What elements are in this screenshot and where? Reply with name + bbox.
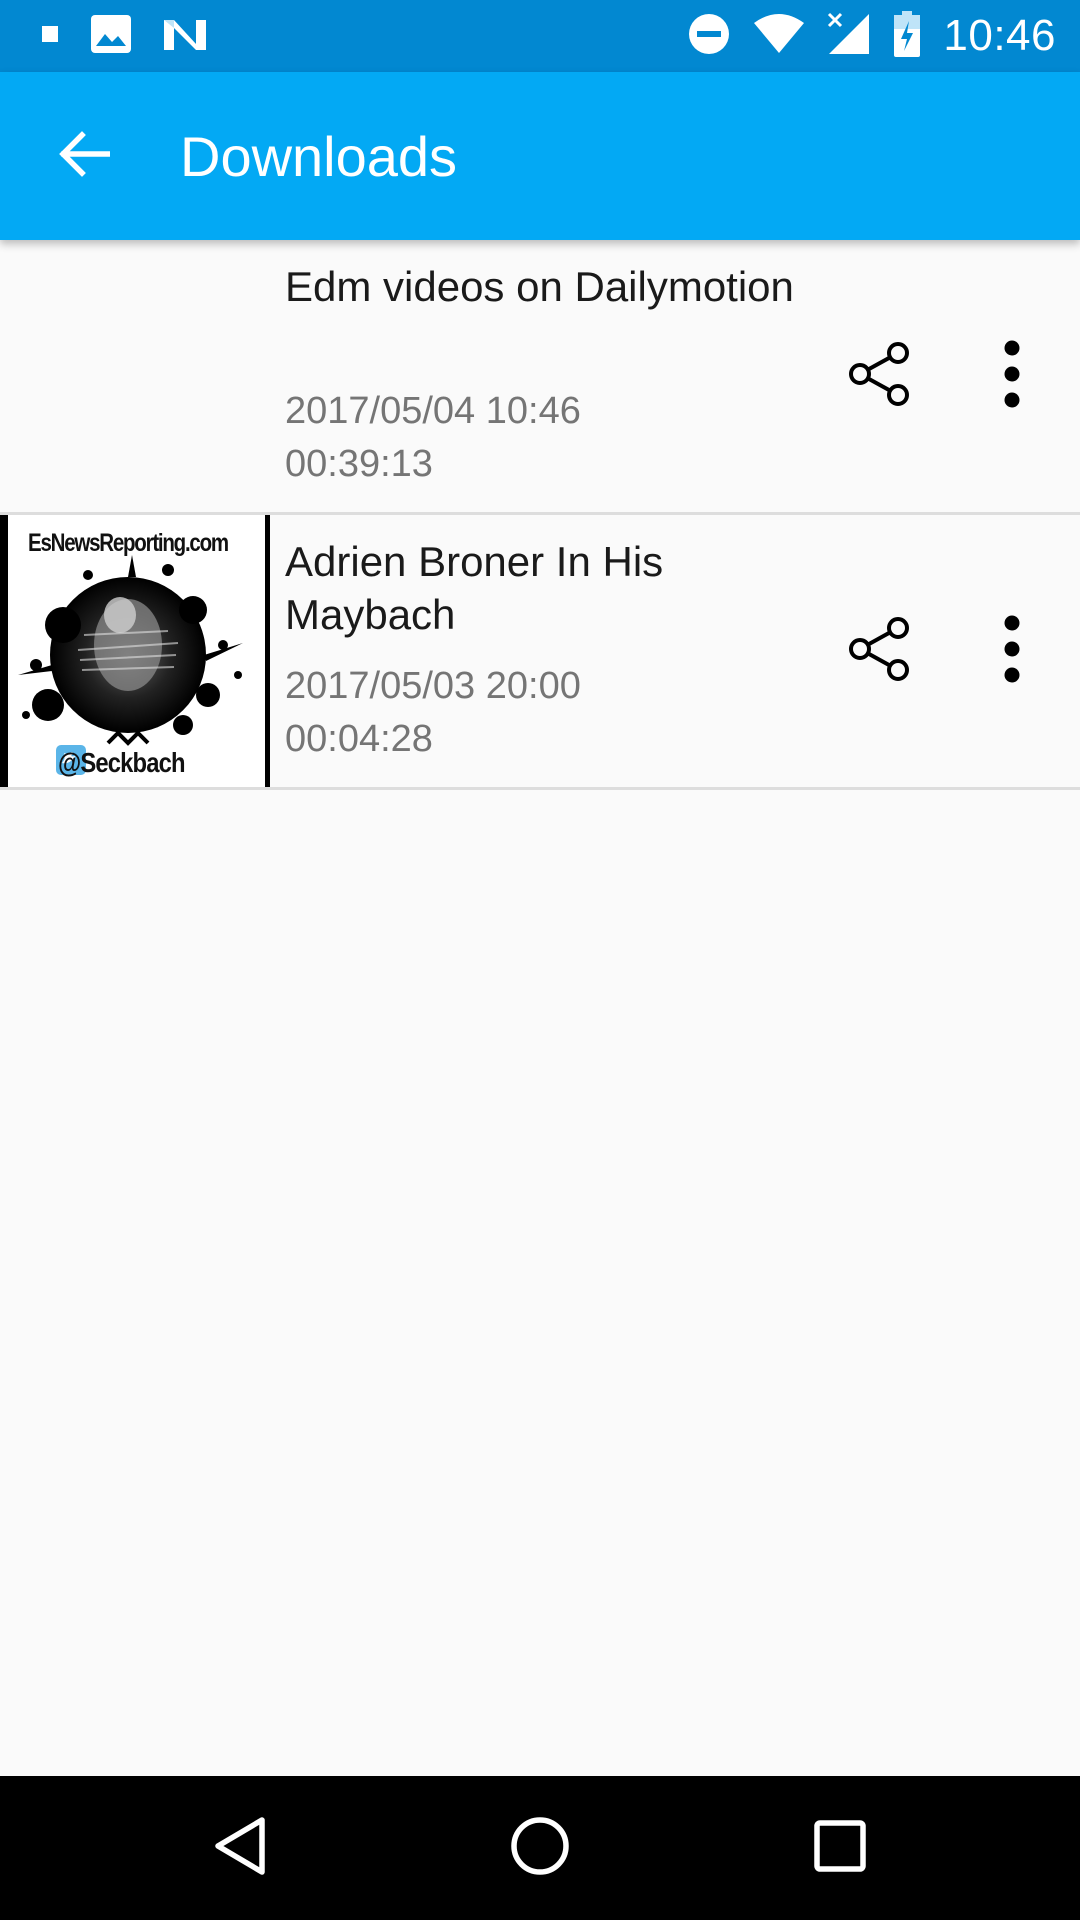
video-thumbnail: EsNewsReporting.com @Seckbach (0, 515, 270, 787)
signal-no-data-icon (827, 12, 871, 61)
navigation-bar (0, 1776, 1080, 1920)
video-date: 2017/05/04 10:46 (285, 390, 581, 432)
arrow-back-icon (58, 130, 111, 182)
video-title: Edm videos on Dailymotion (285, 263, 794, 310)
share-icon (848, 341, 912, 412)
video-title: Adrien Broner In His Maybach (285, 538, 664, 638)
do-not-disturb-icon (687, 12, 731, 61)
back-triangle-icon (210, 1814, 270, 1883)
image-notification-icon (90, 14, 132, 59)
share-button[interactable] (840, 336, 920, 416)
share-icon (848, 616, 912, 687)
status-right-icons: 10:46 (687, 10, 1056, 62)
battery-charging-icon (893, 10, 921, 62)
n-logo-icon (162, 14, 208, 59)
home-circle-icon (509, 1815, 571, 1882)
nav-recents-button[interactable] (790, 1798, 890, 1898)
download-item[interactable]: Edm videos on Dailymotion 2017/05/04 10:… (0, 240, 1080, 515)
status-time: 10:46 (943, 11, 1056, 60)
back-button[interactable] (40, 116, 128, 196)
more-vert-icon (1002, 340, 1022, 413)
more-vert-icon (1002, 615, 1022, 688)
video-duration: 00:04:28 (285, 718, 433, 760)
share-button[interactable] (840, 611, 920, 691)
screen: 10:46 Downloads Edm videos on Dailymotio… (0, 0, 1080, 1920)
nav-back-button[interactable] (190, 1798, 290, 1898)
thumbnail-site-text: EsNewsReporting.com (28, 529, 229, 557)
video-date: 2017/05/03 20:00 (285, 665, 581, 707)
app-bar: Downloads (0, 72, 1080, 240)
stop-square-icon (40, 24, 60, 49)
wifi-icon (753, 13, 805, 60)
more-options-button[interactable] (980, 336, 1044, 416)
thumbnail-handle-text: @Seckbach (58, 747, 186, 778)
download-item[interactable]: EsNewsReporting.com @Seckbach Adrien Bro… (0, 515, 1080, 790)
nav-home-button[interactable] (490, 1798, 590, 1898)
downloads-list: Edm videos on Dailymotion 2017/05/04 10:… (0, 240, 1080, 790)
video-thumbnail-empty (0, 240, 270, 512)
status-bar: 10:46 (0, 0, 1080, 72)
recents-square-icon (812, 1818, 868, 1879)
status-left-icons (40, 14, 208, 58)
video-duration: 00:39:13 (285, 443, 433, 485)
page-title: Downloads (180, 125, 458, 188)
more-options-button[interactable] (980, 611, 1044, 691)
